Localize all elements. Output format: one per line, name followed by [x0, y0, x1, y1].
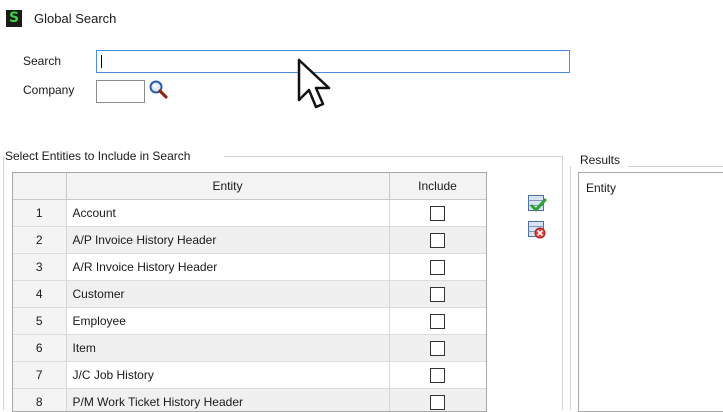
- include-checkbox[interactable]: [430, 206, 445, 221]
- include-checkbox[interactable]: [430, 341, 445, 356]
- row-number: 8: [13, 389, 66, 412]
- entities-grid[interactable]: Entity Include 1 Account 2 A/P Invoice H…: [12, 172, 487, 412]
- grid-header-row: Entity Include: [13, 173, 486, 200]
- include-cell: [389, 200, 486, 227]
- window-title: Global Search: [34, 11, 116, 26]
- row-number: 4: [13, 281, 66, 308]
- include-checkbox[interactable]: [430, 314, 445, 329]
- results-group-label: Results: [580, 153, 623, 167]
- include-checkbox[interactable]: [430, 260, 445, 275]
- magnifier-lookup-icon[interactable]: [148, 79, 170, 101]
- text-caret: [101, 55, 102, 68]
- table-row[interactable]: 3 A/R Invoice History Header: [13, 254, 486, 281]
- results-group-border-left: [570, 166, 571, 410]
- entities-group-border-right: [562, 156, 563, 410]
- clear-all-icon[interactable]: [527, 220, 547, 240]
- table-row[interactable]: 8 P/M Work Ticket History Header: [13, 389, 486, 412]
- table-row[interactable]: 4 Customer: [13, 281, 486, 308]
- include-checkbox[interactable]: [430, 368, 445, 383]
- column-header-num[interactable]: [13, 173, 66, 200]
- entity-cell[interactable]: Item: [66, 335, 389, 362]
- entity-cell[interactable]: Customer: [66, 281, 389, 308]
- entity-cell[interactable]: P/M Work Ticket History Header: [66, 389, 389, 412]
- results-list[interactable]: Entity: [578, 172, 723, 412]
- entity-cell[interactable]: A/R Invoice History Header: [66, 254, 389, 281]
- row-number: 6: [13, 335, 66, 362]
- row-number: 3: [13, 254, 66, 281]
- mouse-pointer-icon: [296, 57, 332, 115]
- include-cell: [389, 281, 486, 308]
- include-checkbox[interactable]: [430, 395, 445, 410]
- include-cell: [389, 389, 486, 412]
- entities-group-label: Select Entities to Include in Search: [5, 149, 193, 163]
- include-cell: [389, 335, 486, 362]
- include-cell: [389, 362, 486, 389]
- table-row[interactable]: 6 Item: [13, 335, 486, 362]
- column-header-include[interactable]: Include: [389, 173, 486, 200]
- include-cell: [389, 308, 486, 335]
- row-number: 1: [13, 200, 66, 227]
- table-row[interactable]: 1 Account: [13, 200, 486, 227]
- table-row[interactable]: 2 A/P Invoice History Header: [13, 227, 486, 254]
- include-cell: [389, 227, 486, 254]
- company-input[interactable]: [96, 80, 145, 103]
- column-header-entity[interactable]: Entity: [66, 173, 389, 200]
- entity-cell[interactable]: Account: [66, 200, 389, 227]
- search-input[interactable]: [96, 50, 570, 73]
- entity-cell[interactable]: Employee: [66, 308, 389, 335]
- row-number: 5: [13, 308, 66, 335]
- entities-group-border-top: [224, 156, 562, 157]
- include-checkbox[interactable]: [430, 233, 445, 248]
- select-all-checkmark-icon[interactable]: [527, 194, 547, 214]
- include-checkbox[interactable]: [430, 287, 445, 302]
- include-cell: [389, 254, 486, 281]
- table-row[interactable]: 5 Employee: [13, 308, 486, 335]
- company-label: Company: [23, 83, 74, 97]
- row-number: 7: [13, 362, 66, 389]
- entities-group-border-left: [3, 156, 4, 410]
- row-number: 2: [13, 227, 66, 254]
- results-column-header: Entity: [586, 181, 616, 195]
- search-label: Search: [23, 54, 61, 68]
- results-group-border-top: [628, 166, 723, 167]
- entity-cell[interactable]: A/P Invoice History Header: [66, 227, 389, 254]
- table-row[interactable]: 7 J/C Job History: [13, 362, 486, 389]
- app-icon: S: [6, 10, 22, 27]
- entity-cell[interactable]: J/C Job History: [66, 362, 389, 389]
